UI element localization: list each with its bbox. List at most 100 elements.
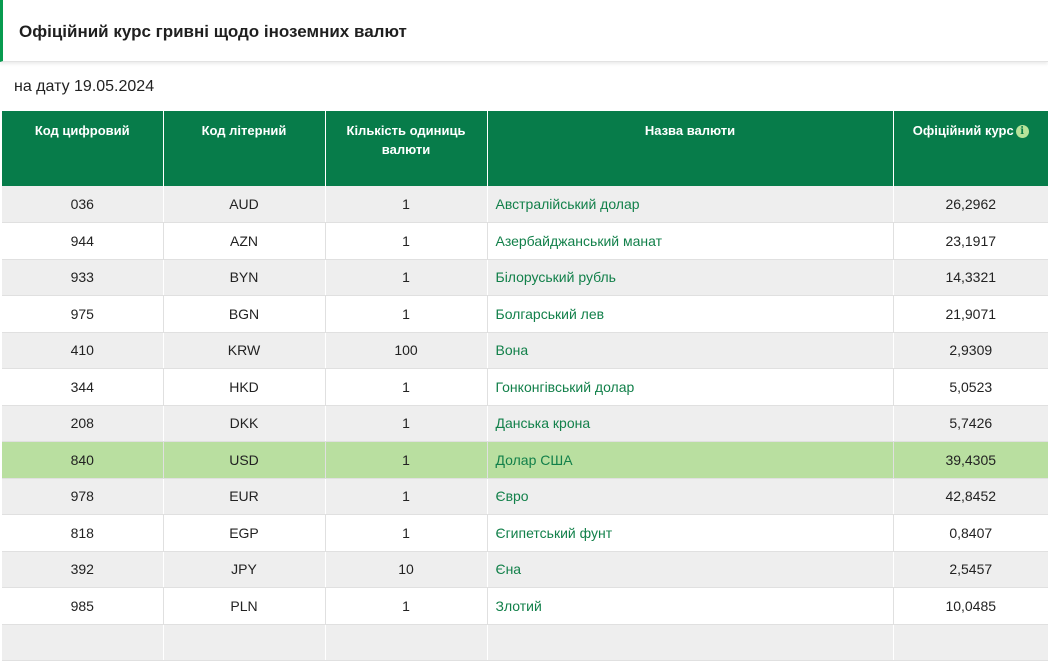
currency-link[interactable]: Єна xyxy=(496,561,522,577)
cell-code-digital: 208 xyxy=(2,405,164,442)
date-line: на дату 19.05.2024 xyxy=(14,78,155,95)
cell-units: 1 xyxy=(325,368,488,406)
header-code-letter[interactable]: Код літерний xyxy=(163,111,326,186)
cell-code-letter: AZN xyxy=(163,222,326,260)
cell-code-letter: PLN xyxy=(163,587,326,625)
table-row: 978 EUR 1 Євро 42,8452 xyxy=(2,478,1048,515)
currency-link[interactable]: Гонконгівський долар xyxy=(496,379,635,395)
cell-code-letter: BGN xyxy=(163,295,326,333)
header-official-rate[interactable]: Офіційний курс i xyxy=(893,111,1048,186)
cell-official-rate xyxy=(893,624,1048,661)
cell-units: 1 xyxy=(325,222,488,260)
currency-link[interactable]: Єгипетський фунт xyxy=(496,525,613,541)
cell-currency-name: Азербайджанський манат xyxy=(487,222,894,260)
cell-currency-name: Гонконгівський долар xyxy=(487,368,894,406)
header-official-rate-label: Офіційний курс xyxy=(912,123,1014,138)
cell-currency-name: Білоруський рубль xyxy=(487,259,894,296)
cell-code-digital: 840 xyxy=(2,441,164,479)
header-units[interactable]: Кількість одиниць валюти xyxy=(325,111,488,186)
header-currency-name[interactable]: Назва валюти xyxy=(487,111,894,186)
currency-link[interactable]: Білоруський рубль xyxy=(496,269,616,285)
cell-code-digital: 818 xyxy=(2,514,164,552)
cell-units: 10 xyxy=(325,551,488,588)
cell-official-rate: 21,9071 xyxy=(893,295,1048,333)
cell-code-digital: 933 xyxy=(2,259,164,296)
currency-link[interactable]: Євро xyxy=(496,488,529,504)
cell-units: 1 xyxy=(325,405,488,442)
currency-link[interactable]: Данська крона xyxy=(496,415,591,431)
cell-currency-name: Євро xyxy=(487,478,894,515)
cell-units: 1 xyxy=(325,587,488,625)
cell-code-letter: BYN xyxy=(163,259,326,296)
cell-official-rate: 2,5457 xyxy=(893,551,1048,588)
cell-code-letter: USD xyxy=(163,441,326,479)
cell-code-letter: JPY xyxy=(163,551,326,588)
table-row: 208 DKK 1 Данська крона 5,7426 xyxy=(2,405,1048,442)
rates-table-body: 036 AUD 1 Австралійський долар 26,2962 944 AZN… xyxy=(2,186,1048,661)
cell-official-rate: 5,0523 xyxy=(893,368,1048,406)
cell-code-digital: 392 xyxy=(2,551,164,588)
info-icon[interactable]: i xyxy=(1015,125,1029,138)
currency-link[interactable]: Австралійський долар xyxy=(496,196,640,212)
cell-code-digital: 978 xyxy=(2,478,164,515)
cell-currency-name: Данська крона xyxy=(487,405,894,442)
currency-link[interactable]: Болгарський лев xyxy=(496,306,605,322)
table-row: 818 EGP 1 Єгипетський фунт 0,8407 xyxy=(2,514,1048,552)
cell-currency-name: Єгипетський фунт xyxy=(487,514,894,552)
table-row: 410 KRW 100 Вона 2,9309 xyxy=(2,332,1048,369)
cell-code-letter: DKK xyxy=(163,405,326,442)
cell-code-letter: EGP xyxy=(163,514,326,552)
table-header-row: Код цифровий Код літерний Кількість один… xyxy=(2,111,1048,186)
page-title: Офіційний курс гривні щодо іноземних вал… xyxy=(19,22,407,41)
cell-code-digital: 944 xyxy=(2,222,164,260)
cell-currency-name: Вона xyxy=(487,332,894,369)
cell-official-rate: 23,1917 xyxy=(893,222,1048,260)
cell-currency-name: Злотий xyxy=(487,587,894,625)
cell-code-letter: EUR xyxy=(163,478,326,515)
table-row: 344 HKD 1 Гонконгівський долар 5,0523 xyxy=(2,368,1048,406)
cell-official-rate: 42,8452 xyxy=(893,478,1048,515)
cell-code-digital: 344 xyxy=(2,368,164,406)
currency-link[interactable]: Азербайджанський манат xyxy=(496,233,663,249)
cell-official-rate: 2,9309 xyxy=(893,332,1048,369)
cell-units: 1 xyxy=(325,186,488,223)
cell-official-rate: 14,3321 xyxy=(893,259,1048,296)
table-row xyxy=(2,624,1048,661)
cell-currency-name: Долар США xyxy=(487,441,894,479)
cell-units: 1 xyxy=(325,259,488,296)
cell-currency-name: Австралійський долар xyxy=(487,186,894,223)
currency-link[interactable]: Долар США xyxy=(496,452,573,468)
table-row: 392 JPY 10 Єна 2,5457 xyxy=(2,551,1048,588)
cell-official-rate: 5,7426 xyxy=(893,405,1048,442)
cell-code-digital: 410 xyxy=(2,332,164,369)
cell-code-digital: 985 xyxy=(2,587,164,625)
cell-code-letter: HKD xyxy=(163,368,326,406)
cell-units: 1 xyxy=(325,514,488,552)
table-row: 975 BGN 1 Болгарський лев 21,9071 xyxy=(2,295,1048,333)
cell-units xyxy=(325,624,488,661)
cell-code-digital: 975 xyxy=(2,295,164,333)
table-row: 036 AUD 1 Австралійський долар 26,2962 xyxy=(2,186,1048,223)
cell-currency-name: Єна xyxy=(487,551,894,588)
table-row: 933 BYN 1 Білоруський рубль 14,3321 xyxy=(2,259,1048,296)
rates-table: Код цифровий Код літерний Кількість один… xyxy=(2,111,1048,661)
title-bar: Офіційний курс гривні щодо іноземних вал… xyxy=(0,0,1048,62)
cell-currency-name xyxy=(487,624,894,661)
cell-units: 1 xyxy=(325,441,488,479)
cell-code-letter xyxy=(163,624,326,661)
cell-units: 100 xyxy=(325,332,488,369)
currency-link[interactable]: Вона xyxy=(496,342,529,358)
cell-official-rate: 0,8407 xyxy=(893,514,1048,552)
cell-units: 1 xyxy=(325,295,488,333)
cell-official-rate: 10,0485 xyxy=(893,587,1048,625)
header-code-digital[interactable]: Код цифровий xyxy=(2,111,164,186)
table-row: 985 PLN 1 Злотий 10,0485 xyxy=(2,587,1048,625)
currency-link[interactable]: Злотий xyxy=(496,598,542,614)
cell-units: 1 xyxy=(325,478,488,515)
cell-code-digital: 036 xyxy=(2,186,164,223)
cell-official-rate: 26,2962 xyxy=(893,186,1048,223)
cell-code-digital xyxy=(2,624,164,661)
cell-currency-name: Болгарський лев xyxy=(487,295,894,333)
table-row: 840 USD 1 Долар США 39,4305 xyxy=(2,441,1048,479)
cell-code-letter: KRW xyxy=(163,332,326,369)
